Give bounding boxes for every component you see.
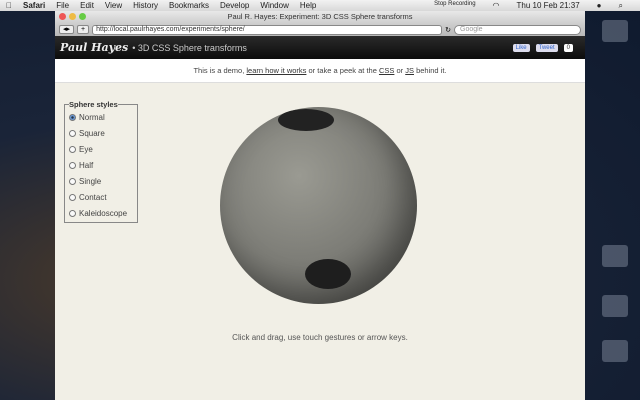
learn-link[interactable]: learn how it works [246,66,306,75]
menu-help[interactable]: Help [300,1,316,10]
option-normal[interactable]: Normal [69,109,133,125]
desktop-icon[interactable] [602,295,628,317]
radio-icon[interactable] [69,177,76,185]
menu-view[interactable]: View [105,1,122,10]
intro-bar: This is a demo, learn how it works or ta… [55,59,585,83]
url-field[interactable]: http://local.paulrhayes.com/experiments/… [92,24,443,35]
add-bookmark-button[interactable]: + [77,25,90,34]
spotlight-icon[interactable]: ⌕ [619,1,623,11]
option-single[interactable]: Single [69,173,133,189]
tweet-count: 0 [563,43,573,52]
option-kaleidoscope[interactable]: Kaleidoscope [69,205,133,221]
intro-text: or [394,66,406,75]
option-label: Half [79,160,94,170]
window-title: Paul R. Hayes: Experiment: 3D CSS Sphere… [227,12,413,21]
sphere-top-cap [278,109,334,131]
radio-icon[interactable] [69,193,76,201]
intro-text: or take a peek at the [306,66,379,75]
option-square[interactable]: Square [69,125,133,141]
logo[interactable]: Paul Hayes [60,41,128,54]
tweet-button[interactable]: Tweet [535,43,558,52]
option-label: Square [79,128,105,138]
search-field[interactable]: Google [454,24,581,35]
option-label: Single [79,176,102,186]
menu-file[interactable]: File [56,1,69,10]
minimize-button[interactable] [69,13,76,20]
title-bar: Paul R. Hayes: Experiment: 3D CSS Sphere… [55,11,585,23]
like-button[interactable]: Like [512,43,530,52]
stop-recording[interactable]: Stop Recording [434,1,475,11]
wifi-icon[interactable]: ◠ [493,1,500,11]
clock[interactable]: Thu 10 Feb 21:37 [517,1,580,11]
desktop-icon[interactable] [602,245,628,267]
menu-bar:  Safari File Edit View History Bookmark… [0,0,640,11]
menu-develop[interactable]: Develop [220,1,249,10]
css-link[interactable]: CSS [379,66,394,75]
instructions: Click and drag, use touch gestures or ar… [232,333,408,342]
close-button[interactable] [59,13,66,20]
radio-icon[interactable] [69,129,76,137]
sphere-styles-group: Sphere styles Normal Square Eye Half Sin… [64,100,138,223]
reload-icon[interactable]: ↻ [445,26,451,34]
menu-history[interactable]: History [133,1,158,10]
option-label: Kaleidoscope [79,208,128,218]
option-label: Normal [79,112,105,122]
radio-icon[interactable] [69,113,76,121]
option-eye[interactable]: Eye [69,141,133,157]
back-button[interactable]: ◂▸ [59,25,75,34]
site-header: Paul Hayes • 3D CSS Sphere transforms Li… [55,36,585,59]
desktop-icon[interactable] [602,340,628,362]
zoom-button[interactable] [79,13,86,20]
menu-bookmarks[interactable]: Bookmarks [169,1,209,10]
option-contact[interactable]: Contact [69,189,133,205]
option-half[interactable]: Half [69,157,133,173]
menu-window[interactable]: Window [260,1,288,10]
option-label: Eye [79,144,93,154]
user-icon[interactable]: ● [597,1,602,11]
radio-icon[interactable] [69,209,76,217]
radio-icon[interactable] [69,145,76,153]
option-label: Contact [79,192,107,202]
menu-edit[interactable]: Edit [80,1,94,10]
js-link[interactable]: JS [405,66,414,75]
page-title: • 3D CSS Sphere transforms [132,42,247,53]
sphere-styles-legend: Sphere styles [69,100,118,109]
menu-app[interactable]: Safari [23,1,45,10]
browser-window: Paul R. Hayes: Experiment: 3D CSS Sphere… [55,11,585,400]
apple-icon[interactable]:  [6,1,12,10]
toolbar: ◂▸ + http://local.paulrhayes.com/experim… [55,23,585,36]
radio-icon[interactable] [69,161,76,169]
intro-text: This is a demo, [193,66,247,75]
sphere-bottom-cap [305,259,351,289]
intro-text: behind it. [414,66,447,75]
desktop-icon[interactable] [602,20,628,42]
sphere[interactable] [220,107,417,304]
